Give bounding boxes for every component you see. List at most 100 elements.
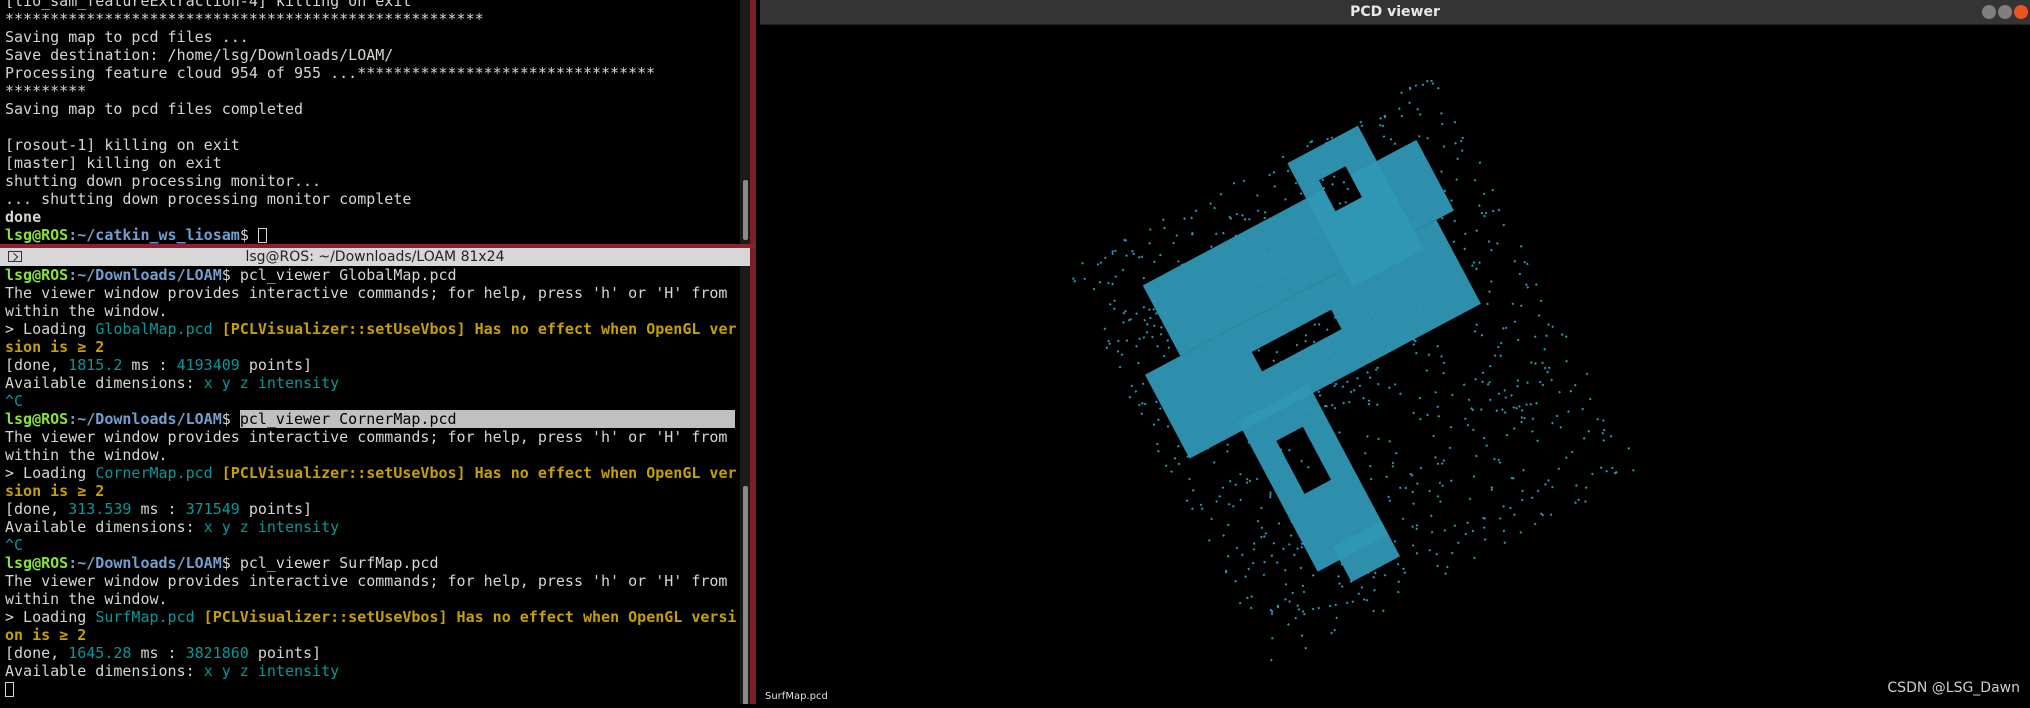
prompt-line: lsg@ROS:~/Downloads/LOAM$ pcl_viewer Glo… bbox=[5, 266, 732, 284]
cloud-point bbox=[1073, 279, 1077, 283]
cloud-point bbox=[1388, 386, 1391, 390]
point-cloud-canvas[interactable]: SurfMap.pcd CSDN @LSG_Dawn bbox=[760, 25, 2030, 704]
cloud-point bbox=[1166, 339, 1170, 342]
cloud-point bbox=[1555, 414, 1559, 418]
maximize-button[interactable] bbox=[1998, 5, 2012, 19]
close-button[interactable] bbox=[2014, 5, 2028, 19]
cloud-point bbox=[1248, 479, 1252, 483]
cloud-point bbox=[1264, 532, 1268, 535]
cloud-point bbox=[1131, 249, 1134, 253]
cloud-point bbox=[1564, 335, 1568, 339]
cloud-point bbox=[1114, 249, 1117, 253]
cloud-point bbox=[1294, 616, 1298, 620]
cloud-point bbox=[1341, 385, 1345, 389]
map-shape bbox=[1072, 79, 1635, 662]
cloud-point bbox=[1393, 540, 1397, 543]
cloud-point bbox=[1442, 371, 1445, 375]
bottom-terminal[interactable]: lsg@ROS: ~/Downloads/LOAM 81x24 lsg@ROS:… bbox=[0, 248, 756, 704]
pcd-viewer-titlebar[interactable]: PCD viewer bbox=[760, 0, 2030, 25]
cloud-point bbox=[1523, 416, 1526, 420]
cloud-point bbox=[1480, 333, 1484, 337]
loading-line: > Loading SurfMap.pcd [PCLVisualizer::se… bbox=[5, 608, 737, 626]
cloud-point bbox=[1249, 606, 1253, 610]
cloud-point bbox=[1222, 534, 1225, 537]
cloud-point bbox=[1541, 383, 1545, 387]
cloud-point bbox=[1519, 245, 1523, 248]
cloud-point bbox=[1510, 394, 1513, 397]
cloud-point bbox=[1491, 209, 1495, 213]
cloud-point bbox=[1250, 595, 1254, 598]
cloud-point bbox=[1302, 590, 1306, 594]
cloud-point bbox=[1505, 433, 1509, 437]
cloud-point bbox=[1247, 217, 1251, 221]
cloud-point bbox=[1503, 411, 1507, 414]
prompt-line[interactable]: lsg@ROS:~/catkin_ws_liosam$ bbox=[5, 226, 732, 244]
cloud-point bbox=[1440, 216, 1444, 220]
cloud-point bbox=[1411, 490, 1415, 494]
cloud-point bbox=[1288, 600, 1291, 603]
cloud-point bbox=[1318, 394, 1322, 397]
cloud-point bbox=[1132, 252, 1136, 256]
terminal-titlebar[interactable]: lsg@ROS: ~/Downloads/LOAM 81x24 bbox=[0, 248, 750, 266]
cloud-point bbox=[1242, 179, 1246, 183]
cloud-point bbox=[1502, 529, 1506, 533]
terminal-line: shutting down processing monitor... bbox=[5, 172, 322, 190]
cloud-point bbox=[1504, 326, 1508, 330]
cloud-point bbox=[1176, 444, 1180, 448]
cloud-point bbox=[1570, 450, 1574, 454]
dimensions-line: Available dimensions: x y z intensity bbox=[5, 518, 732, 536]
cloud-point bbox=[1426, 79, 1429, 83]
cloud-point bbox=[1134, 390, 1138, 393]
dims-prefix: Available dimensions: bbox=[5, 662, 204, 680]
cloud-point bbox=[1335, 616, 1338, 620]
cloud-point bbox=[1117, 339, 1120, 343]
cloud-point bbox=[1471, 264, 1474, 268]
cloud-point bbox=[1519, 304, 1523, 308]
cloud-point bbox=[1177, 462, 1181, 466]
cloud-point bbox=[1464, 417, 1467, 421]
cloud-point bbox=[1442, 459, 1446, 462]
cloud-point bbox=[1404, 486, 1408, 490]
scroll-thumb[interactable] bbox=[743, 486, 748, 704]
cloud-point bbox=[1478, 204, 1481, 207]
cloud-point bbox=[1418, 113, 1422, 116]
cloud-point bbox=[1512, 427, 1516, 430]
cloud-point bbox=[1550, 378, 1553, 382]
scrollbar[interactable] bbox=[740, 0, 750, 244]
cloud-point bbox=[1495, 409, 1499, 413]
point-count: 3821860 bbox=[185, 644, 249, 662]
cloud-point bbox=[1534, 283, 1538, 286]
selected-command-text[interactable]: pcl_viewer CornerMap.pcd bbox=[239, 410, 735, 428]
cloud-point bbox=[1162, 354, 1166, 358]
cloud-point bbox=[1301, 610, 1305, 613]
cloud-point bbox=[1485, 444, 1489, 447]
cloud-point bbox=[1512, 406, 1516, 409]
cloud-point bbox=[1627, 447, 1631, 450]
input-line[interactable] bbox=[5, 680, 732, 698]
cloud-point bbox=[1228, 479, 1232, 483]
cloud-point bbox=[1294, 181, 1298, 185]
cloud-point bbox=[1565, 456, 1568, 460]
cloud-point bbox=[1356, 376, 1359, 380]
cloud-point bbox=[1504, 396, 1508, 399]
scroll-thumb[interactable] bbox=[743, 180, 748, 240]
cloud-point bbox=[1538, 380, 1542, 384]
top-terminal[interactable]: [lio_sam_featureExtraction-4] killing on… bbox=[0, 0, 756, 244]
scrollbar[interactable] bbox=[740, 266, 750, 704]
cloud-point bbox=[1163, 226, 1166, 230]
prompt-path: :~/Downloads/LOAM bbox=[68, 410, 222, 428]
cloud-point bbox=[1282, 547, 1285, 551]
cloud-point bbox=[1210, 245, 1213, 249]
cloud-point bbox=[1490, 280, 1493, 283]
load-time: 313.539 bbox=[68, 500, 132, 518]
minimize-button[interactable] bbox=[1982, 5, 1996, 19]
cloud-point bbox=[1450, 199, 1453, 202]
cloud-point bbox=[1385, 475, 1389, 479]
cloud-point bbox=[1482, 192, 1486, 196]
cloud-point bbox=[1452, 240, 1456, 244]
cloud-point bbox=[1072, 277, 1075, 280]
cloud-point bbox=[1525, 283, 1528, 287]
terminal-line: ********* bbox=[5, 82, 87, 100]
cloud-point bbox=[1488, 290, 1491, 293]
pcd-viewer-window[interactable]: PCD viewer SurfMap.pcd CSDN @LSG_Dawn bbox=[760, 0, 2030, 704]
